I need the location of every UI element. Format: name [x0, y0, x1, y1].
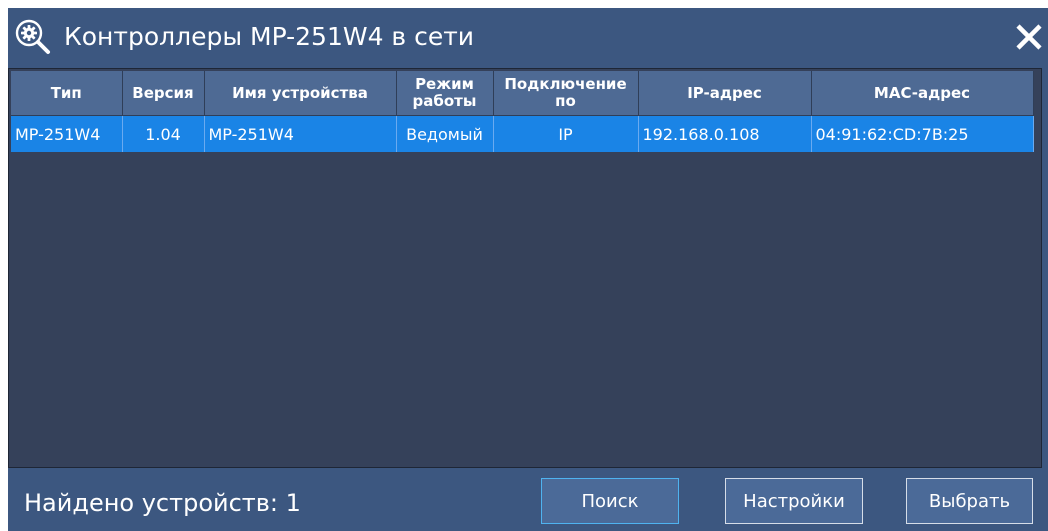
column-header-mac[interactable]: MAC-адрес	[811, 71, 1034, 116]
table-row[interactable]: MP-251W4 1.04 MP-251W4 Ведомый IP 192.16…	[11, 115, 1034, 152]
cell-ip[interactable]: 192.168.0.108	[638, 115, 812, 152]
cell-connection[interactable]: IP	[493, 115, 639, 152]
cell-version[interactable]: 1.04	[122, 115, 205, 152]
column-header-mode[interactable]: Режим работы	[396, 71, 494, 116]
device-list[interactable]: Тип Версия Имя устройства Режим работы П…	[8, 68, 1042, 468]
devices-table: Тип Версия Имя устройства Режим работы П…	[11, 71, 1034, 152]
controllers-dialog: Контроллеры MP-251W4 в сети Тип Версия И…	[8, 8, 1048, 531]
cell-mode[interactable]: Ведомый	[396, 115, 494, 152]
column-header-device-name[interactable]: Имя устройства	[204, 71, 397, 116]
footer-bar: Найдено устройств: 1 Поиск Настройки Выб…	[8, 468, 1048, 531]
search-gear-icon	[14, 18, 54, 58]
cell-mac[interactable]: 04:91:62:CD:7B:25	[811, 115, 1034, 152]
cell-device-name[interactable]: MP-251W4	[204, 115, 397, 152]
cell-type[interactable]: MP-251W4	[11, 115, 123, 152]
select-button[interactable]: Выбрать	[906, 478, 1033, 524]
search-button[interactable]: Поиск	[541, 478, 679, 524]
close-button[interactable]	[1014, 18, 1044, 56]
column-header-connection[interactable]: Подключение по	[493, 71, 639, 116]
column-header-ip[interactable]: IP-адрес	[638, 71, 812, 116]
settings-button[interactable]: Настройки	[725, 478, 863, 524]
title-bar: Контроллеры MP-251W4 в сети	[8, 8, 1048, 68]
column-header-type[interactable]: Тип	[11, 71, 123, 116]
table-header-row: Тип Версия Имя устройства Режим работы П…	[11, 71, 1034, 116]
close-icon[interactable]	[1014, 18, 1044, 56]
column-header-version[interactable]: Версия	[122, 71, 205, 116]
devices-found-count: Найдено устройств: 1	[24, 489, 301, 517]
dialog-title: Контроллеры MP-251W4 в сети	[64, 22, 475, 51]
